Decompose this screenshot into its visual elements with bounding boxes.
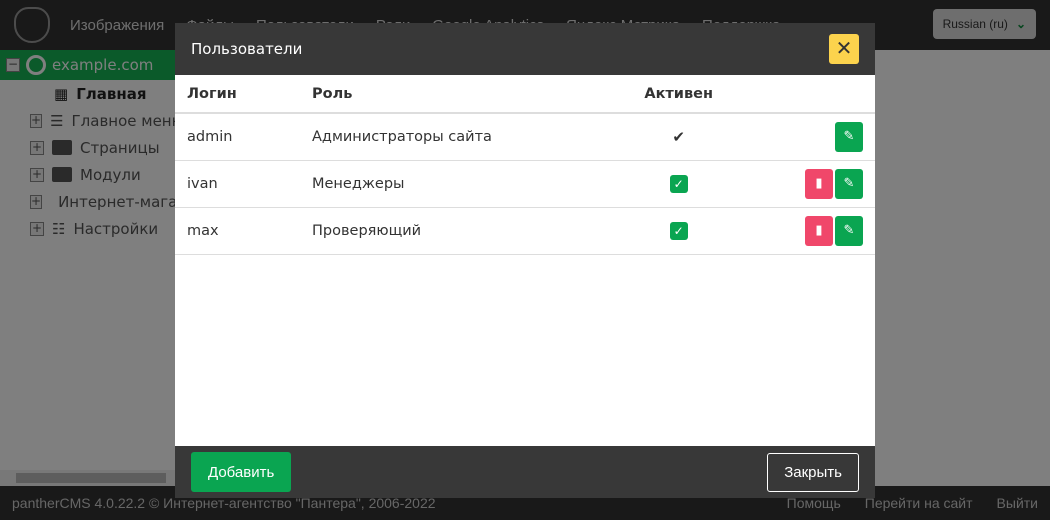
table-row: ivan Менеджеры ✓ ▮ ✎ (175, 160, 875, 208)
add-button[interactable]: Добавить (191, 452, 292, 492)
column-actions (725, 75, 875, 114)
column-role: Роль (300, 75, 633, 114)
active-checkbox[interactable]: ✓ (669, 174, 688, 193)
edit-button[interactable]: ✎ (835, 121, 863, 152)
check-icon: ✔ (672, 127, 685, 146)
role-cell: Проверяющий (300, 207, 633, 255)
login-cell: ivan (175, 160, 300, 208)
role-cell: Администраторы сайта (300, 113, 633, 161)
modal-header: Пользователи ✕ (175, 23, 875, 75)
modal-footer: Добавить Закрыть (175, 446, 875, 498)
close-icon[interactable]: ✕ (829, 34, 859, 64)
edit-button[interactable]: ✎ (835, 215, 863, 246)
edit-button[interactable]: ✎ (835, 168, 863, 199)
modal-title: Пользователи (191, 40, 303, 58)
active-checkbox[interactable]: ✓ (669, 221, 688, 240)
users-table: Логин Роль Активен admin Администраторы … (175, 75, 875, 255)
column-active: Активен (632, 75, 725, 114)
delete-button[interactable]: ▮ (805, 168, 833, 199)
role-cell: Менеджеры (300, 160, 633, 208)
delete-button[interactable]: ▮ (805, 215, 833, 246)
login-cell: max (175, 207, 300, 255)
login-cell: admin (175, 113, 300, 161)
column-login: Логин (175, 75, 300, 114)
table-row: admin Администраторы сайта ✔ ✎ (175, 113, 875, 161)
table-row: max Проверяющий ✓ ▮ ✎ (175, 207, 875, 255)
users-modal: Пользователи ✕ Логин Роль Активен admin … (175, 23, 875, 498)
close-button[interactable]: Закрыть (767, 452, 859, 492)
